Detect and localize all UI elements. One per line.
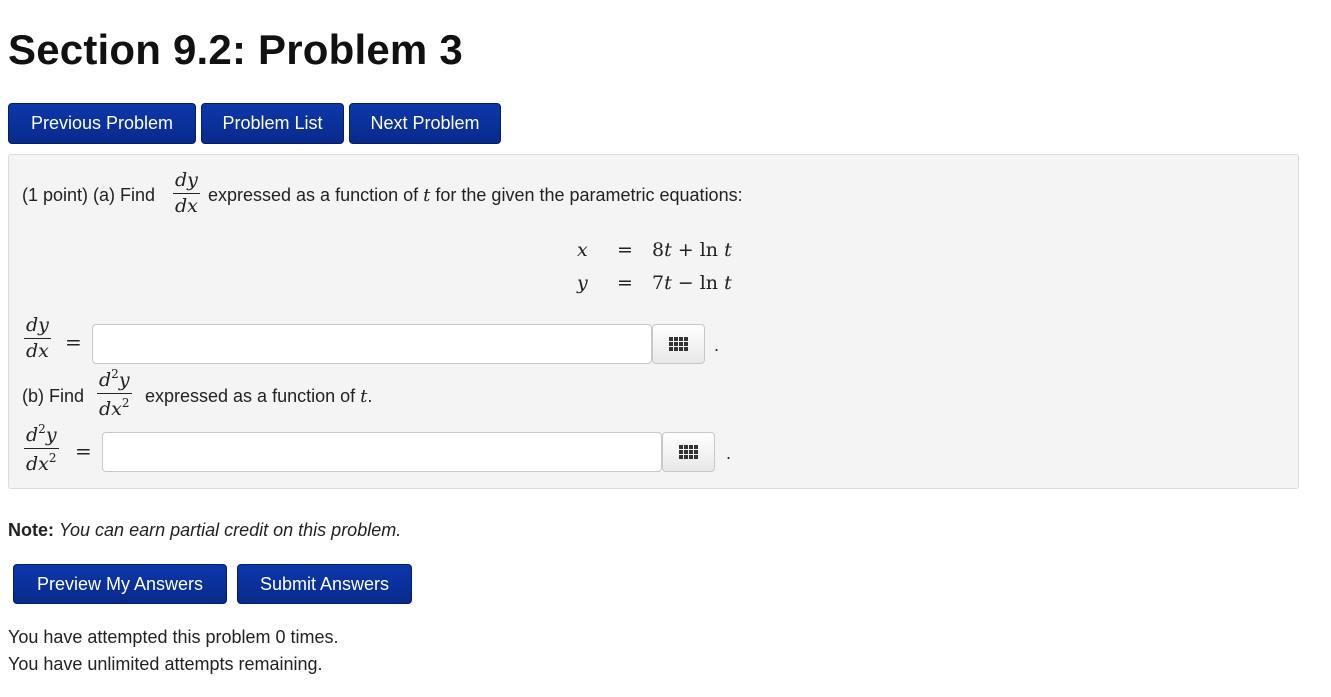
grid-icon xyxy=(669,337,688,351)
note-text: You can earn partial credit on this prob… xyxy=(59,520,402,540)
answer-a-equation-editor-button[interactable] xyxy=(652,324,705,364)
part-a-prefix: (1 point) (a) Find xyxy=(22,185,156,205)
answer-b-input[interactable] xyxy=(102,432,662,472)
part-a-derivative-fraction: dy dx xyxy=(173,171,200,216)
answer-b-lhs-fraction: d2y dx2 xyxy=(24,423,59,474)
answer-a-lhs-fraction: dy dx xyxy=(24,316,51,361)
page-title: Section 9.2: Problem 3 xyxy=(8,26,463,73)
equation-x-lhs: x xyxy=(577,239,588,261)
part-b-second-derivative-fraction: d2y dx2 xyxy=(97,368,132,419)
answer-a-equals: = xyxy=(65,330,82,354)
attempts-remaining-text: You have unlimited attempts remaining. xyxy=(8,654,323,674)
equation-y-rhs: 7t − ln t xyxy=(652,272,732,294)
previous-problem-button[interactable]: Previous Problem xyxy=(8,103,196,144)
fraction-numerator: dy xyxy=(173,171,200,194)
part-a-text: expressed as a function of t for the giv… xyxy=(208,185,743,206)
fraction-denominator: dx xyxy=(175,195,198,217)
grid-icon xyxy=(679,445,698,459)
attempts-count-text: You have attempted this problem 0 times. xyxy=(8,627,339,647)
fraction-denominator: dx2 xyxy=(26,451,57,475)
part-b-end: . xyxy=(367,386,373,406)
note-label: Note: xyxy=(8,520,54,540)
next-problem-button[interactable]: Next Problem xyxy=(349,103,501,144)
equation-y-lhs: y xyxy=(577,272,588,294)
fraction-denominator: dx xyxy=(26,340,49,362)
answer-b-equation-editor-button[interactable] xyxy=(662,432,715,472)
part-a-variable: t xyxy=(423,185,431,206)
problem-panel: (1 point) (a) Find dy dx expressed as a … xyxy=(8,154,1299,489)
part-b-prefix: (b) Find xyxy=(22,386,85,406)
answer-b-period: . xyxy=(726,443,732,463)
preview-answers-button[interactable]: Preview My Answers xyxy=(13,564,227,604)
answer-a-input[interactable] xyxy=(92,324,652,364)
answer-a-period: . xyxy=(714,335,720,355)
answer-b-equals: = xyxy=(75,439,92,463)
partial-credit-note: Note: You can earn partial credit on thi… xyxy=(8,520,401,541)
fraction-denominator: dx2 xyxy=(99,396,130,420)
part-a-suffix-2: for the given the parametric equations: xyxy=(435,185,743,205)
part-b-suffix: expressed as a function of xyxy=(145,386,356,406)
part-b-text: expressed as a function of t. xyxy=(145,386,372,407)
fraction-numerator: dy xyxy=(24,316,51,339)
part-a-suffix-1: expressed as a function of xyxy=(208,185,419,205)
submit-answers-button[interactable]: Submit Answers xyxy=(237,564,412,604)
fraction-numerator: d2y xyxy=(24,423,59,449)
equation-y-equals: = xyxy=(617,272,633,294)
fraction-numerator: d2y xyxy=(97,368,132,394)
equation-x-equals: = xyxy=(617,239,633,261)
equation-x-rhs: 8t + ln t xyxy=(652,239,732,261)
problem-list-button[interactable]: Problem List xyxy=(201,103,344,144)
